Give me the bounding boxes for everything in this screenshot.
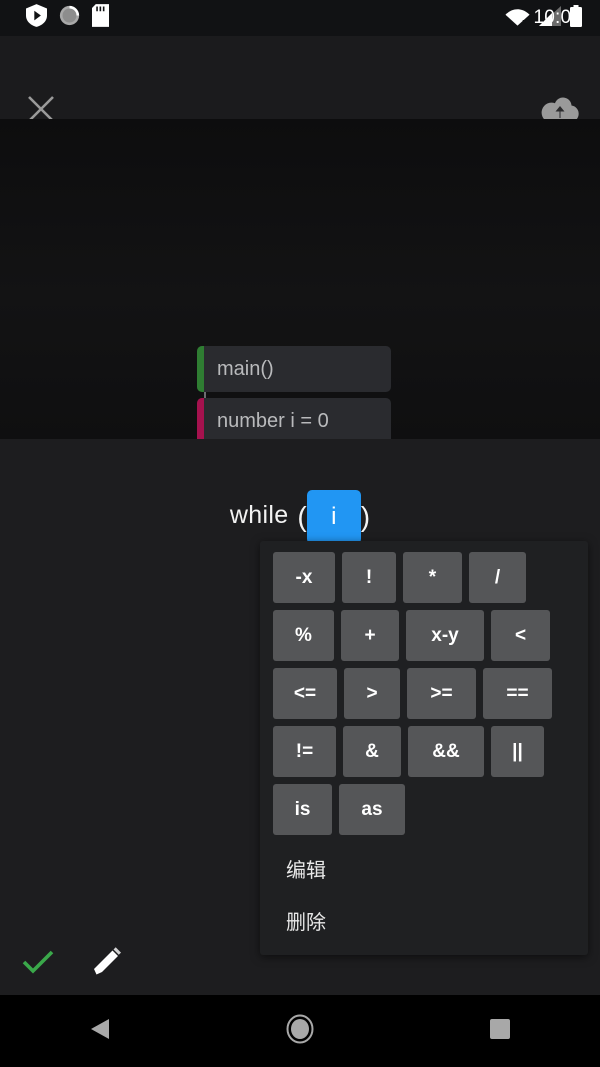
code-block-label: number i = 0 — [217, 409, 329, 432]
operator-row: % + x-y < — [273, 610, 588, 661]
operator-button[interactable]: && — [408, 726, 484, 777]
nav-home-button[interactable] — [200, 1014, 400, 1049]
phone-screen: x 10:00 main() number i = 0 while (i) … — [0, 0, 600, 1067]
check-icon — [22, 949, 54, 980]
operator-row: <= > >= == — [273, 668, 588, 719]
operator-button[interactable]: ! — [342, 552, 396, 603]
operator-button[interactable]: as — [339, 784, 405, 835]
popup-menu-item[interactable]: 编辑 — [260, 842, 588, 894]
operator-button[interactable]: + — [341, 610, 399, 661]
operator-grid: -x! * /% + x-y < <= > >= == != & && || is as — [260, 541, 588, 835]
edit-button[interactable] — [89, 945, 125, 981]
block-accent — [197, 398, 204, 439]
app-bar — [0, 36, 600, 122]
operator-button[interactable]: -x — [273, 552, 335, 603]
svg-text:x: x — [522, 16, 527, 25]
operator-button[interactable]: == — [483, 668, 552, 719]
sync-circle-icon — [59, 5, 80, 31]
popup-menu-item[interactable]: 删除 — [260, 894, 588, 946]
status-bar: x 10:00 — [0, 0, 600, 36]
operator-button[interactable]: * — [403, 552, 462, 603]
pencil-icon — [92, 946, 122, 981]
operator-popup-menu: -x! * /% + x-y < <= > >= == != & && || is as 编辑 删除 — [260, 541, 588, 955]
recents-square-icon — [490, 1018, 510, 1044]
operator-button[interactable]: is — [273, 784, 332, 835]
expression-editor: while ( i ) — [0, 489, 600, 544]
operator-button[interactable]: <= — [273, 668, 337, 719]
code-block-main[interactable]: main() — [197, 346, 391, 392]
shield-play-icon — [26, 4, 47, 32]
status-bar-clock: 10:00 — [533, 7, 582, 28]
expression-keyword: while — [229, 501, 289, 529]
operator-button[interactable]: || — [491, 726, 544, 777]
expression-selected-token[interactable]: i — [306, 489, 361, 544]
nav-back-button[interactable] — [0, 1017, 200, 1046]
home-circle-icon — [286, 1014, 314, 1049]
operator-row: is as — [273, 784, 588, 835]
sd-card-icon — [92, 4, 109, 32]
operator-row: -x! * / — [273, 552, 588, 603]
popup-menu-items: 编辑 删除 — [260, 842, 588, 946]
operator-button[interactable]: x-y — [406, 610, 484, 661]
expression-close-paren: ) — [360, 500, 371, 532]
confirm-button[interactable] — [20, 946, 56, 982]
expression-open-paren: ( — [297, 500, 307, 532]
operator-button[interactable]: < — [491, 610, 550, 661]
code-block-label: main() — [217, 357, 274, 380]
code-block-number[interactable]: number i = 0 — [197, 398, 391, 439]
operator-button[interactable]: & — [343, 726, 401, 777]
operator-button[interactable]: != — [273, 726, 336, 777]
operator-button[interactable]: > — [344, 668, 400, 719]
operator-row: != & && || — [273, 726, 588, 777]
nav-recents-button[interactable] — [400, 1018, 600, 1044]
wifi-off-icon: x — [505, 6, 530, 31]
android-nav-bar — [0, 995, 600, 1067]
operator-button[interactable]: % — [273, 610, 334, 661]
code-canvas[interactable]: main() number i = 0 — [0, 119, 600, 439]
status-bar-left-icons — [0, 4, 109, 32]
operator-button[interactable]: >= — [407, 668, 476, 719]
back-triangle-icon — [89, 1017, 111, 1046]
operator-button[interactable]: / — [469, 552, 526, 603]
block-accent — [197, 346, 204, 392]
